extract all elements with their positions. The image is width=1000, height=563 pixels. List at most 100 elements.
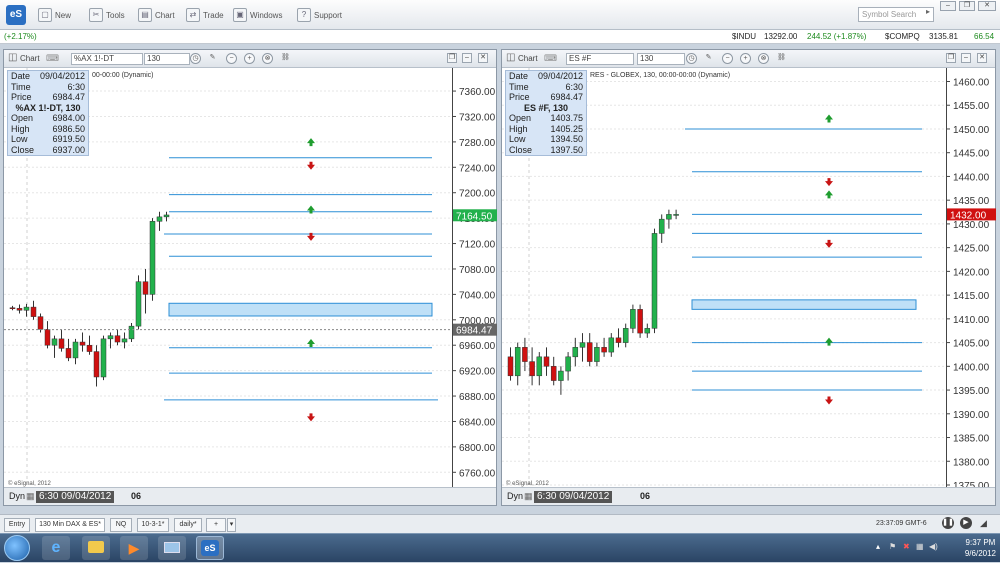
candle-body — [9, 307, 16, 309]
info-date: 09/04/2012 — [537, 71, 583, 81]
calendar-icon[interactable]: ▦ — [524, 491, 533, 502]
close-button[interactable]: ✕ — [978, 1, 996, 11]
candle-body — [594, 347, 600, 362]
price-axis[interactable]: 1460.00 1455.00 1450.00 1445.00 1440.00 1435.… — [946, 68, 996, 492]
price-plot[interactable]: Date 09/04/2012 Time 6:30 Price 6984.47 ES … — [502, 68, 946, 489]
media-player-icon[interactable]: ▶ — [120, 536, 148, 560]
info-price-label: Price — [11, 92, 32, 102]
calendar-icon[interactable]: ▦ — [26, 491, 35, 502]
windows-taskbar: e ▶ eS ▴ ⚑ ✖ ▦ ◀) 9:37 PM 9/6/2012 — [0, 533, 1000, 562]
page-tab[interactable]: Entry — [4, 518, 30, 532]
candle-body — [536, 356, 543, 377]
clock-date: 9/6/2012 — [964, 549, 996, 558]
menu-bar: eS ▢ New ✂ Tools ▤ Chart ⇄ Trade ▣ Windows ? Suppor… — [0, 0, 1000, 30]
last-price-label: 7164.50 — [456, 211, 493, 222]
dynamic-mode-label[interactable]: Dyn — [9, 491, 25, 501]
cursor-mode-icon[interactable]: ⊗ — [758, 53, 769, 64]
chart-subtitle: RES - GLOBEX, 130, 00:00-00:00 (Dynamic) — [590, 72, 731, 79]
zoom-out-icon[interactable]: − — [722, 53, 733, 64]
ticker-compq-symbol[interactable]: $COMPQ — [885, 30, 920, 43]
play-icon[interactable]: ▶ — [960, 517, 972, 529]
candle-body — [93, 351, 100, 378]
computer-icon[interactable] — [158, 536, 186, 560]
internet-explorer-icon[interactable]: e — [42, 536, 70, 560]
pause-icon[interactable]: ❚❚ — [942, 517, 954, 529]
tray-flag-icon[interactable]: ⚑ — [889, 542, 896, 551]
candle-body — [58, 338, 65, 349]
candle-body — [658, 218, 665, 234]
menu-support[interactable]: ? Support — [297, 6, 342, 24]
clock-icon[interactable]: ◷ — [190, 53, 201, 64]
tray-network-icon[interactable]: ▦ — [916, 542, 924, 551]
tray-volume-icon[interactable]: ◀) — [929, 542, 938, 551]
info-high: 1405.25 — [550, 123, 583, 134]
keyboard-icon[interactable]: ⌨ — [544, 53, 557, 64]
info-open-label: Open — [509, 113, 532, 123]
page-tab[interactable]: ▾ — [227, 518, 236, 532]
symbol-search-input[interactable]: Symbol Search — [858, 7, 934, 22]
clock-icon[interactable]: ◷ — [686, 53, 697, 64]
ticker-indu-symbol[interactable]: $INDU — [732, 30, 756, 43]
info-high-label: High — [11, 123, 30, 134]
start-button[interactable] — [4, 535, 30, 561]
esignal-task-icon[interactable]: eS — [196, 536, 224, 560]
info-header: %AX 1!-DT, 130 — [15, 102, 81, 113]
zoom-in-icon[interactable]: + — [244, 53, 255, 64]
chart-minimize-button[interactable]: – — [961, 53, 971, 63]
candle-body — [51, 338, 58, 346]
tray-alert-icon[interactable]: ✖ — [903, 542, 910, 551]
page-tab[interactable]: 130 Min DAX & ES* — [35, 518, 105, 532]
dynamic-mode-label[interactable]: Dyn — [507, 491, 523, 501]
esignal-logo[interactable]: eS — [6, 5, 26, 25]
link-icon[interactable]: ⛓ — [776, 53, 787, 64]
candle-body — [529, 361, 535, 377]
resize-grip-icon[interactable]: ◢ — [980, 518, 987, 529]
chart-close-button[interactable]: ✕ — [977, 53, 987, 63]
tray-expand-icon[interactable]: ▴ — [876, 542, 880, 551]
keyboard-icon[interactable]: ⌨ — [46, 53, 59, 64]
menu-chart[interactable]: ▤ Chart — [138, 6, 175, 24]
candle-body — [637, 309, 643, 334]
zoom-out-icon[interactable]: − — [226, 53, 237, 64]
menu-new[interactable]: ▢ New — [38, 6, 71, 24]
restore-button[interactable]: ❐ — [959, 1, 975, 11]
page-tab[interactable]: + — [206, 518, 226, 532]
interval-input[interactable]: 130 — [144, 53, 190, 65]
system-clock[interactable]: 9:37 PM 9/6/2012 — [965, 537, 996, 559]
menu-label: Trade — [203, 10, 224, 20]
interval-input[interactable]: 130 — [637, 53, 685, 65]
link-icon[interactable]: ⛓ — [280, 53, 291, 64]
candle-body — [630, 309, 636, 329]
pencil-icon[interactable]: ✎ — [207, 53, 218, 64]
minimize-button[interactable]: – — [940, 1, 956, 11]
symbol-input[interactable]: %AX 1!-DT — [71, 53, 143, 65]
zoom-in-icon[interactable]: + — [740, 53, 751, 64]
menu-windows[interactable]: ▣ Windows — [233, 6, 282, 24]
menu-tools[interactable]: ✂ Tools — [89, 6, 125, 24]
arrow-up-icon — [825, 114, 833, 123]
info-date: 09/04/2012 — [39, 71, 85, 81]
menu-trade[interactable]: ⇄ Trade — [186, 6, 224, 24]
axis-tick-label: 6760.00 — [459, 468, 496, 479]
pencil-icon[interactable]: ✎ — [703, 53, 714, 64]
chart-restore-button[interactable]: ❐ — [447, 53, 457, 63]
price-axis[interactable]: 7360.007320.007280.007240.007200.007160.… — [452, 68, 502, 489]
menu-label: Tools — [106, 10, 125, 20]
axis-tick-label: 1460.00 — [953, 77, 990, 88]
page-tab[interactable]: NQ — [110, 518, 132, 532]
chart-minimize-button[interactable]: – — [462, 53, 472, 63]
price-plot[interactable]: Date 09/04/2012 Time 6:30 Price 6984.47 %AX… — [4, 68, 452, 489]
search-go-icon[interactable]: ▸ — [926, 7, 936, 22]
chart-restore-button[interactable]: ❐ — [946, 53, 956, 63]
candle-body — [572, 347, 579, 358]
folder-icon[interactable] — [82, 536, 110, 560]
page-tab[interactable]: 10-3-1* — [137, 518, 169, 532]
info-close-label: Close — [11, 144, 35, 155]
symbol-input[interactable]: ES #F — [566, 53, 634, 65]
cursor-mode-icon[interactable]: ⊗ — [262, 53, 273, 64]
page-tab[interactable]: daily* — [174, 518, 202, 532]
chart-close-button[interactable]: ✕ — [478, 53, 488, 63]
arrow-down-icon — [307, 413, 315, 422]
arrow-up-icon — [825, 190, 833, 199]
new-icon: ▢ — [38, 8, 52, 22]
